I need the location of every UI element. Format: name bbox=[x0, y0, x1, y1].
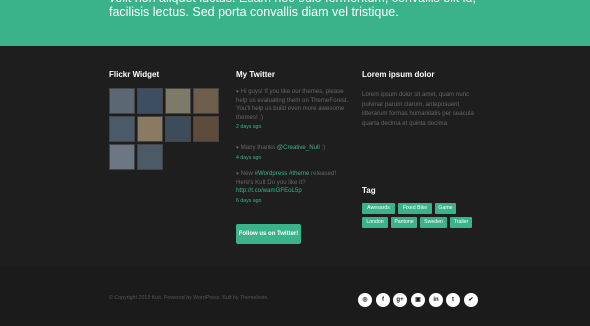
twitter-icon[interactable]: ✔ bbox=[464, 293, 478, 307]
tag-title: Tag bbox=[362, 186, 376, 195]
hero-banner: velit non aliquet luctus. Etiam nec odio… bbox=[0, 0, 590, 46]
footer-bottom-bar: © Copyright 2013 Kult. Powered by WordPr… bbox=[0, 267, 590, 326]
tweet-hashtag-link[interactable]: #Wordpress bbox=[255, 170, 288, 177]
tag-item[interactable]: Fixed Bike bbox=[398, 203, 432, 214]
flickr-widget: Flickr Widget bbox=[109, 70, 224, 170]
footer-widgets: Flickr Widget My Twitter ♥ Hi guys! If y… bbox=[0, 46, 590, 267]
tweet-url-link[interactable]: http://t.co/wamGFEoL5p bbox=[236, 187, 354, 196]
flickr-thumbnail[interactable] bbox=[137, 144, 163, 170]
tweet: ♥ Hi guys! If you like our themes, pleas… bbox=[236, 88, 354, 132]
twitter-bird-icon: ♥ bbox=[236, 145, 239, 151]
follow-twitter-button[interactable]: Follow us on Twitter! bbox=[236, 224, 301, 244]
flickr-thumbnail[interactable] bbox=[109, 144, 135, 170]
tweet-time[interactable]: 6 days ago bbox=[236, 197, 354, 206]
tag-item[interactable]: Trailer bbox=[450, 217, 472, 228]
tweet-text: New bbox=[240, 170, 255, 177]
tweet-text: Many thanks bbox=[240, 144, 277, 151]
linkedin-icon[interactable]: in bbox=[429, 293, 443, 307]
lorem-text: Lorem ipsum dolor sit amet, quam nunc pu… bbox=[362, 91, 474, 127]
tag-item[interactable]: Sweden bbox=[420, 217, 447, 228]
hero-text: velit non aliquet luctus. Etiam nec odio… bbox=[109, 0, 476, 19]
flickr-thumbnail[interactable] bbox=[165, 88, 191, 114]
flickr-thumbnail[interactable] bbox=[165, 116, 191, 142]
googleplus-icon[interactable]: g+ bbox=[393, 293, 407, 307]
twitter-bird-icon: ♥ bbox=[236, 89, 239, 95]
dribbble-icon[interactable]: ◎ bbox=[358, 293, 372, 307]
tweet-text: :) bbox=[319, 144, 326, 151]
twitter-widget: My Twitter ♥ Hi guys! If you like our th… bbox=[236, 70, 354, 244]
tag-item[interactable]: Game bbox=[435, 203, 456, 214]
tweet-mention-link[interactable]: @Creative_Null bbox=[277, 144, 320, 151]
flickr-title: Flickr Widget bbox=[109, 70, 160, 79]
facebook-icon[interactable]: f bbox=[376, 293, 390, 307]
twitter-bird-icon: ♥ bbox=[236, 171, 239, 177]
tweet-text: Hi guys! If you like our themes, please … bbox=[236, 88, 349, 121]
lorem-title: Lorem ipsum dolor bbox=[362, 70, 435, 79]
twitter-title: My Twitter bbox=[236, 70, 275, 79]
tag-item[interactable]: London bbox=[362, 217, 388, 228]
tweet: ♥ Many thanks @Creative_Null :) 4 days a… bbox=[236, 144, 354, 162]
lorem-widget: Lorem ipsum dolor Lorem ipsum dolor sit … bbox=[362, 70, 482, 228]
tweet-time[interactable]: 4 days ago bbox=[236, 154, 354, 163]
tag-item[interactable]: Awesards bbox=[362, 203, 395, 214]
flickr-thumbnail[interactable] bbox=[193, 88, 219, 114]
flickr-thumbnail[interactable] bbox=[109, 88, 135, 114]
flickr-thumbnail[interactable] bbox=[193, 116, 219, 142]
tweet-time[interactable]: 2 days ago bbox=[236, 123, 354, 132]
copyright-text: © Copyright 2013 Kult. Powered by WordPr… bbox=[109, 295, 269, 301]
flickr-thumbnail[interactable] bbox=[137, 88, 163, 114]
tweet: ♥ New #Wordpress #theme released! Here's… bbox=[236, 170, 354, 205]
flickr-thumbnail[interactable] bbox=[137, 116, 163, 142]
tag-item[interactable]: Pantone bbox=[391, 217, 417, 228]
instagram-icon[interactable]: ▣ bbox=[411, 293, 425, 307]
tweet-hashtag-link[interactable]: #theme bbox=[289, 170, 309, 177]
tumblr-icon[interactable]: t bbox=[446, 293, 460, 307]
flickr-thumbnail[interactable] bbox=[109, 116, 135, 142]
